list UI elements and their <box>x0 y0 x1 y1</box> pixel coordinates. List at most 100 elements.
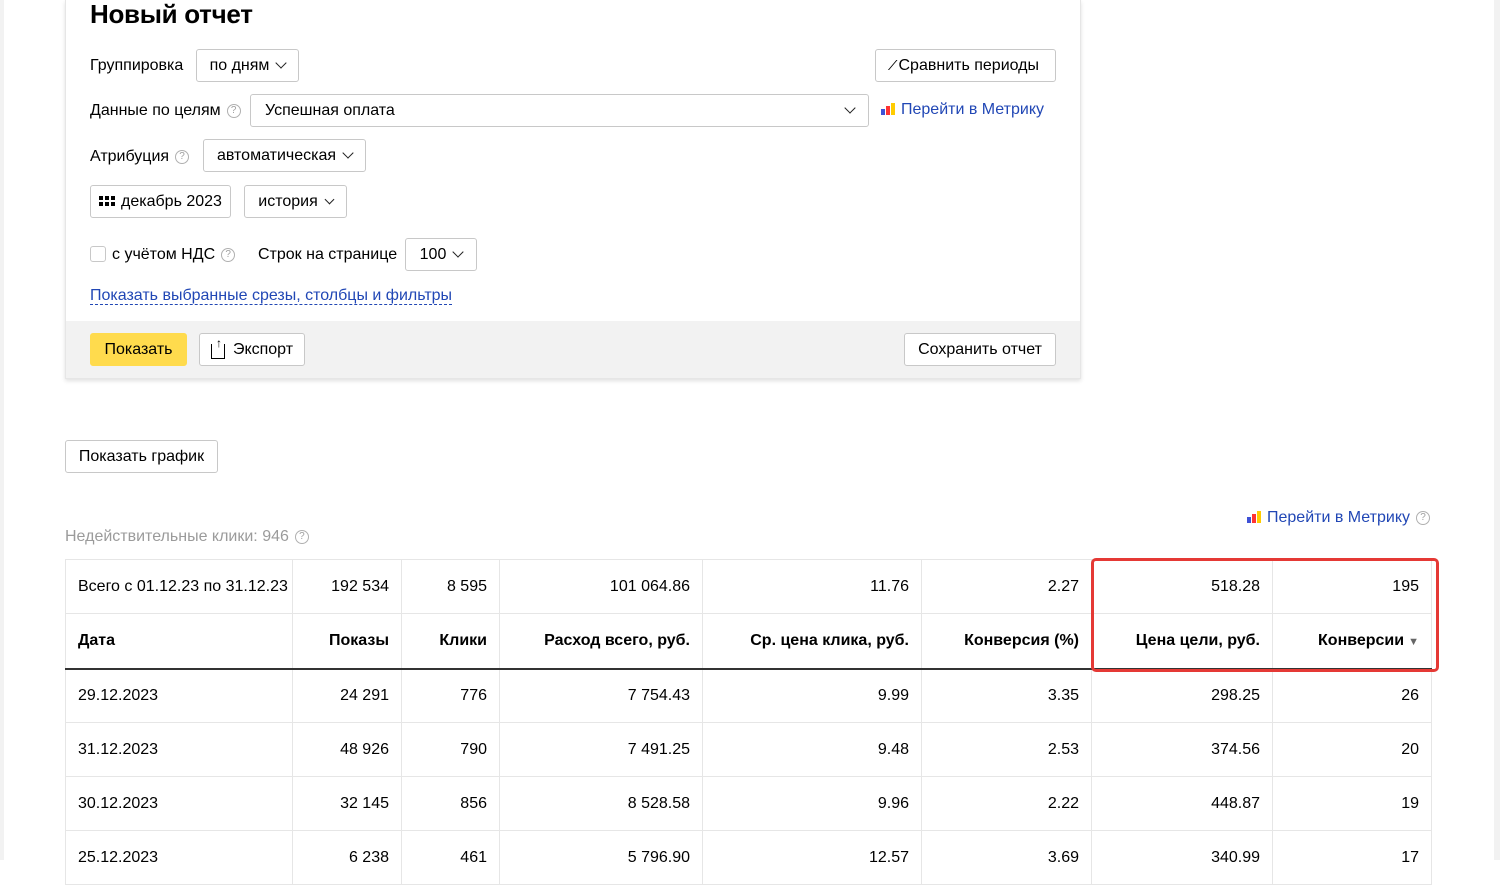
table-cell: 7 491.25 <box>499 722 703 777</box>
page-title: Новый отчет <box>90 0 253 29</box>
column-header-goal-cost[interactable]: Цена цели, руб. <box>1091 613 1273 670</box>
table-row: 31.12.2023 48 926 790 7 491.25 9.48 2.53… <box>65 722 1432 777</box>
rows-per-page-label: Строк на странице <box>258 246 398 263</box>
table-cell: 790 <box>401 722 500 777</box>
card-footer: Показать ↑ Экспорт Сохранить отчет <box>66 321 1080 378</box>
grouping-value: по дням <box>209 56 270 74</box>
vat-label-text: с учётом НДС <box>112 246 216 263</box>
attribution-label-text: Атрибуция <box>90 148 170 165</box>
chevron-down-icon <box>844 102 856 114</box>
vat-checkbox[interactable] <box>90 246 106 262</box>
period-value: декабрь 2023 <box>121 192 222 210</box>
table-cell: 31.12.2023 <box>65 722 293 777</box>
total-cell: 11.76 <box>702 559 922 614</box>
attribution-select[interactable]: автоматическая <box>203 139 366 172</box>
export-button[interactable]: ↑ Экспорт <box>199 333 305 366</box>
chevron-down-icon <box>324 194 335 204</box>
table-cell: 448.87 <box>1091 776 1273 831</box>
column-header-cpc[interactable]: Ср. цена клика, руб. <box>702 613 922 670</box>
compare-periods-label: Сравнить периоды <box>898 56 1040 74</box>
table-cell: 340.99 <box>1091 830 1273 885</box>
total-cell: 195 <box>1272 559 1432 614</box>
column-header-conversions[interactable]: Конверсии ▼ <box>1272 613 1432 670</box>
table-cell: 9.99 <box>702 668 922 723</box>
column-header-clicks[interactable]: Клики <box>401 613 500 670</box>
page-right-edge <box>1494 0 1500 860</box>
table-cell: 7 754.43 <box>499 668 703 723</box>
help-icon[interactable]: ? <box>226 104 241 118</box>
table-cell: 48 926 <box>292 722 402 777</box>
total-row: Всего с 01.12.23 по 31.12.23 192 534 8 5… <box>65 559 1432 614</box>
help-icon[interactable]: ? <box>294 530 309 544</box>
sort-desc-icon: ▼ <box>1408 635 1419 648</box>
save-report-button[interactable]: Сохранить отчет <box>904 333 1056 366</box>
table-cell: 2.53 <box>921 722 1092 777</box>
report-table: Всего с 01.12.23 по 31.12.23 192 534 8 5… <box>65 559 1432 885</box>
column-header-impressions[interactable]: Показы <box>292 613 402 670</box>
column-header-conversions-label: Конверсии <box>1318 631 1405 649</box>
show-filters-link[interactable]: Показать выбранные срезы, столбцы и филь… <box>90 286 453 306</box>
help-icon[interactable]: ? <box>221 248 236 262</box>
compare-periods-button[interactable]: ⁄ Сравнить периоды <box>875 49 1056 82</box>
table-cell: 29.12.2023 <box>65 668 293 723</box>
metrika-link-label: Перейти в Метрику <box>901 101 1045 118</box>
table-cell: 32 145 <box>292 776 402 831</box>
table-cell: 856 <box>401 776 500 831</box>
show-filters-link-label: Показать выбранные срезы, столбцы и филь… <box>90 287 453 305</box>
table-cell: 19 <box>1272 776 1432 831</box>
table-cell: 9.96 <box>702 776 922 831</box>
invalid-clicks-info: Недействительные клики: 946? <box>65 527 309 547</box>
grouping-select[interactable]: по дням <box>196 49 299 82</box>
table-cell: 776 <box>401 668 500 723</box>
total-cell: 101 064.86 <box>499 559 703 614</box>
metrika-link-table[interactable]: Перейти в Метрику? <box>1247 508 1431 528</box>
table-cell: 5 796.90 <box>499 830 703 885</box>
show-button[interactable]: Показать <box>90 333 187 366</box>
table-cell: 20 <box>1272 722 1432 777</box>
rows-per-page-select[interactable]: 100 <box>405 238 477 271</box>
table-cell: 17 <box>1272 830 1432 885</box>
table-cell: 8 528.58 <box>499 776 703 831</box>
goals-label-text: Данные по целям <box>90 102 221 119</box>
column-header-spend[interactable]: Расход всего, руб. <box>499 613 703 670</box>
history-select[interactable]: история <box>244 185 347 218</box>
table-cell: 24 291 <box>292 668 402 723</box>
table-row: 30.12.2023 32 145 856 8 528.58 9.96 2.22… <box>65 776 1432 831</box>
rows-per-page-value: 100 <box>419 245 447 263</box>
table-cell: 3.35 <box>921 668 1092 723</box>
column-header-date[interactable]: Дата <box>65 613 293 670</box>
total-cell: 8 595 <box>401 559 500 614</box>
attribution-value: автоматическая <box>216 146 337 164</box>
table-cell: 298.25 <box>1091 668 1273 723</box>
table-row: 29.12.2023 24 291 776 7 754.43 9.99 3.35… <box>65 668 1432 723</box>
goals-value: Успешная оплата <box>265 101 395 119</box>
export-icon: ↑ <box>210 337 225 359</box>
help-icon[interactable]: ? <box>1416 511 1431 525</box>
page-left-edge <box>0 0 4 860</box>
export-label: Экспорт <box>232 340 294 358</box>
total-cell: 2.27 <box>921 559 1092 614</box>
chevron-down-icon <box>342 147 354 159</box>
show-chart-button[interactable]: Показать график <box>65 440 218 473</box>
total-cell: 518.28 <box>1091 559 1273 614</box>
table-cell: 461 <box>401 830 500 885</box>
table-cell: 374.56 <box>1091 722 1273 777</box>
table-cell: 30.12.2023 <box>65 776 293 831</box>
goals-select[interactable]: Успешная оплата <box>250 94 869 127</box>
help-icon[interactable]: ? <box>175 150 190 164</box>
table-cell: 2.22 <box>921 776 1092 831</box>
percent-compare-icon: ⁄ <box>891 57 895 74</box>
table-cell: 12.57 <box>702 830 922 885</box>
chevron-down-icon <box>452 246 465 258</box>
invalid-clicks-text: Недействительные клики: 946 <box>65 528 289 545</box>
chevron-down-icon <box>275 57 288 69</box>
grouping-label: Группировка <box>90 57 184 74</box>
report-settings-card: Новый отчет Группировка по дням ⁄ Сравни… <box>65 0 1081 379</box>
calendar-grid-icon <box>99 195 116 208</box>
period-picker[interactable]: декабрь 2023 <box>90 185 231 218</box>
table-cell: 25.12.2023 <box>65 830 293 885</box>
header-row: Дата Показы Клики Расход всего, руб. Ср.… <box>65 613 1432 670</box>
metrika-link[interactable]: Перейти в Метрику <box>881 100 1044 120</box>
table-cell: 26 <box>1272 668 1432 723</box>
column-header-conversion-rate[interactable]: Конверсия (%) <box>921 613 1092 670</box>
